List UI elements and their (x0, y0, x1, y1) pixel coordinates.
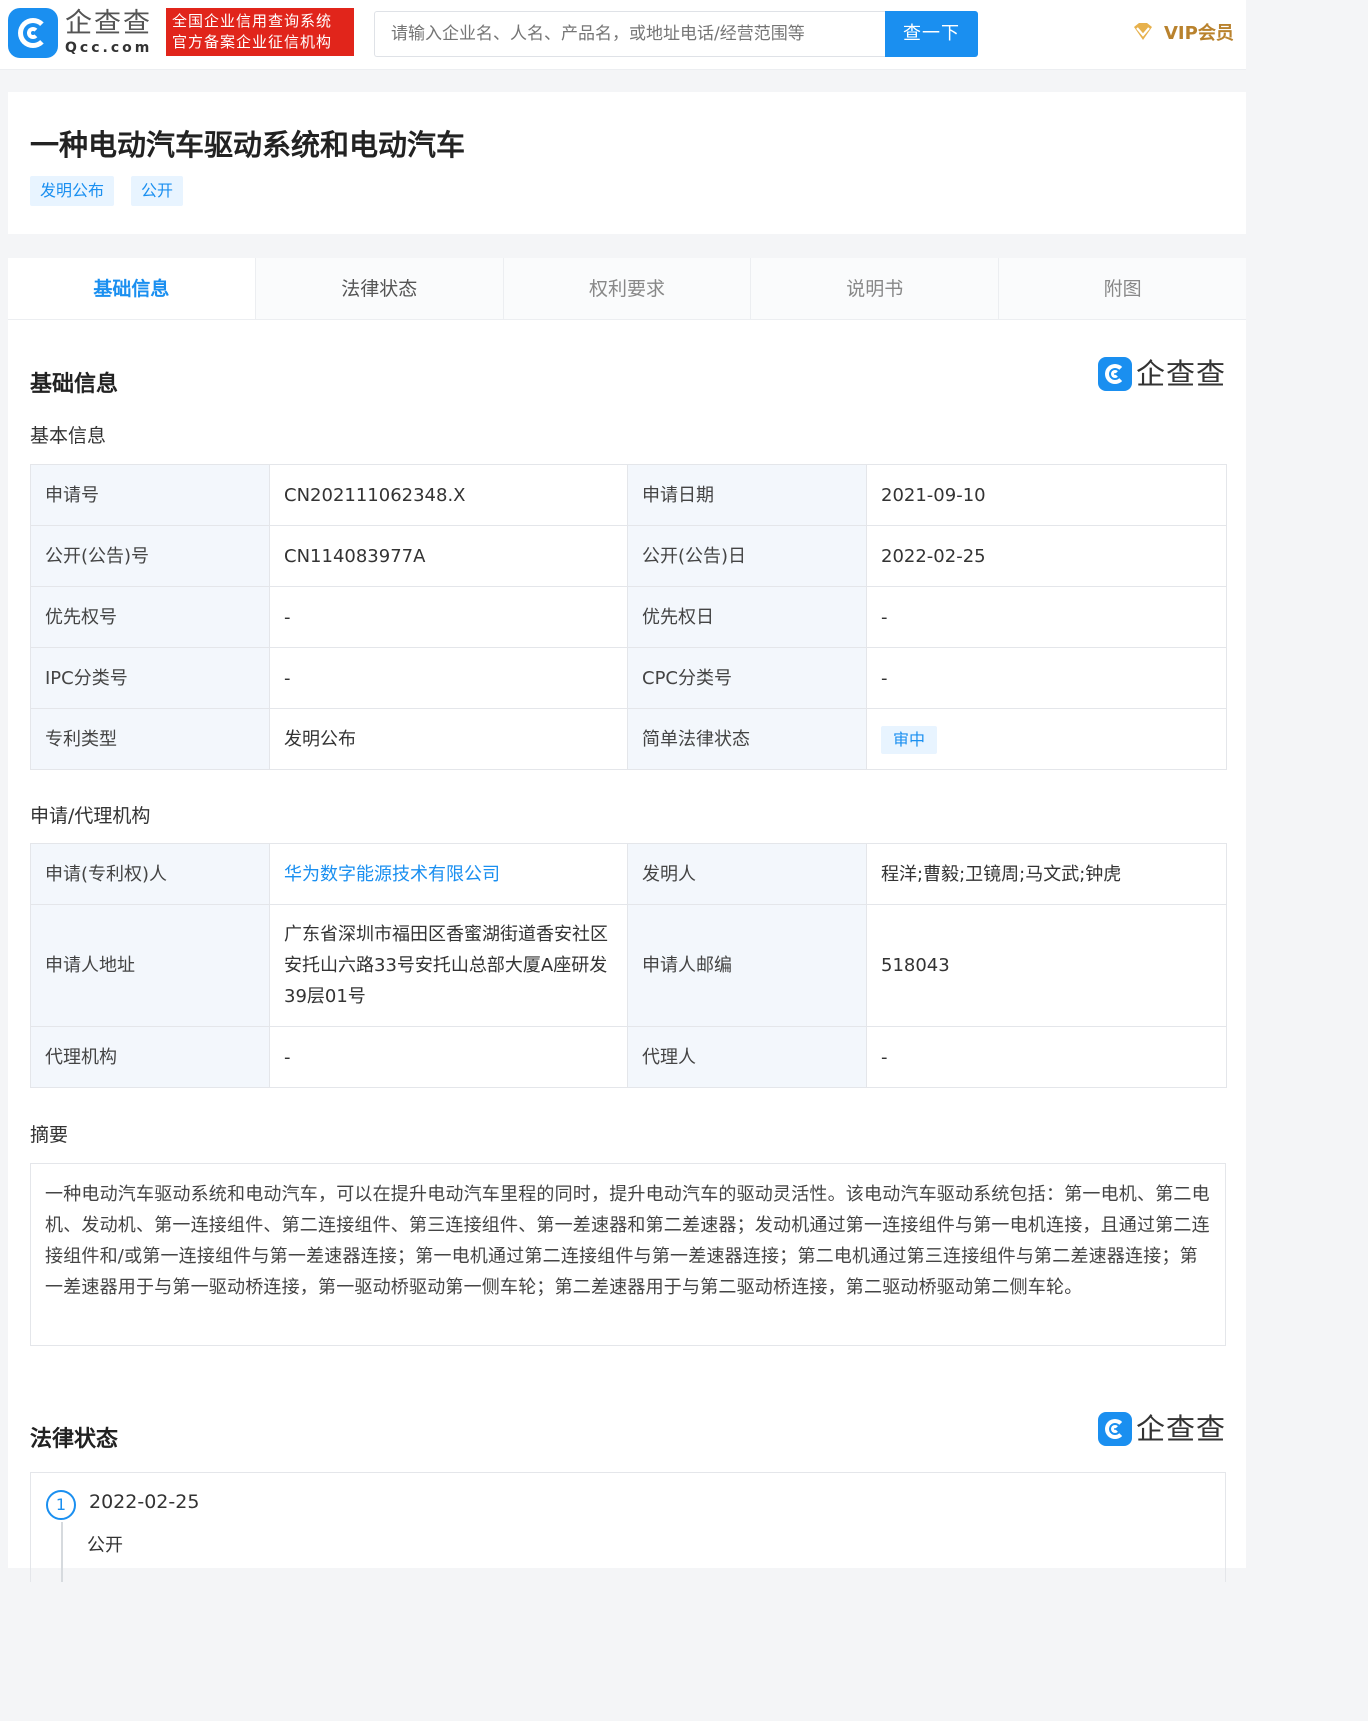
applicant-address: 广东省深圳市福田区香蜜湖街道香安社区安托山六路33号安托山总部大厦A座研发39层… (269, 904, 628, 1027)
field-label: 简单法律状态 (627, 708, 867, 770)
table-row: 专利类型 发明公布 简单法律状态 审中 (30, 708, 1227, 770)
vip-member-link[interactable]: VIP会员 (1130, 19, 1234, 45)
basic-info-heading: 基础信息 (30, 372, 119, 397)
abstract-text: 一种电动汽车驱动系统和电动汽车，可以在提升电动汽车里程的同时，提升电动汽车的驱动… (30, 1163, 1226, 1346)
table-row: 代理机构 - 代理人 - (30, 1026, 1227, 1088)
patent-type-tag: 发明公布 (30, 176, 115, 206)
search-button[interactable]: 查一下 (885, 11, 978, 57)
table-row: 申请(专利权)人 华为数字能源技术有限公司 发明人 程洋;曹毅;卫镜周;马文武;… (30, 843, 1227, 905)
brand-watermark-text: 企查查 (1135, 357, 1226, 391)
abstract-heading: 摘要 (30, 1124, 69, 1146)
logo-cn-text: 企查查 (65, 8, 152, 39)
agency-subheading: 申请/代理机构 (30, 805, 151, 827)
timeline-index-badge: 1 (46, 1490, 76, 1520)
slogan-line-2: 官方备案企业征信机构 (172, 33, 333, 51)
table-row: IPC分类号 - CPC分类号 - (30, 647, 1227, 709)
tab-basic-info[interactable]: 基础信息 (8, 258, 256, 319)
top-bar: 企查查 Qcc.com 全国企业信用查询系统 官方备案企业征信机构 查一下 VI… (0, 0, 1246, 70)
priority-date: - (866, 586, 1227, 648)
status-tag: 公开 (131, 176, 184, 206)
field-label: 申请人邮编 (627, 904, 867, 1027)
tab-bar: 基础信息 法律状态 权利要求 说明书 附图 (8, 258, 1246, 320)
table-row: 公开(公告)号 CN114083977A 公开(公告)日 2022-02-25 (30, 525, 1227, 587)
applicant-postcode: 518043 (866, 904, 1227, 1027)
field-label: 公开(公告)号 (30, 525, 270, 587)
application-number: CN202111062348.X (269, 464, 628, 526)
table-row: 申请号 CN202111062348.X 申请日期 2021-09-10 (30, 464, 1227, 526)
agency-table: 申请(专利权)人 华为数字能源技术有限公司 发明人 程洋;曹毅;卫镜周;马文武;… (30, 843, 1227, 1088)
field-label: 代理机构 (30, 1026, 270, 1088)
patent-type: 发明公布 (269, 708, 628, 770)
logo-en-text: Qcc.com (65, 40, 153, 56)
official-slogan-badge: 全国企业信用查询系统 官方备案企业征信机构 (166, 8, 354, 56)
field-label: 申请号 (30, 464, 270, 526)
qcc-logo-icon (8, 8, 58, 58)
field-label: 优先权日 (627, 586, 867, 648)
timeline-status: 公开 (87, 1535, 123, 1556)
legal-status-badge: 审中 (881, 725, 938, 754)
tab-legal-status[interactable]: 法律状态 (255, 258, 504, 319)
agency-name: - (269, 1026, 628, 1088)
field-label: 专利类型 (30, 708, 270, 770)
legal-status-heading: 法律状态 (30, 1427, 119, 1452)
inventors: 程洋;曹毅;卫镜周;马文武;钟虎 (866, 843, 1227, 905)
basic-info-subheading: 基本信息 (30, 425, 107, 447)
brand-watermark: 企查查 (1097, 357, 1226, 391)
search-input[interactable] (374, 11, 886, 57)
timeline-date: 2022-02-25 (89, 1491, 200, 1513)
main-content: 基础信息 企查查 基本信息 申请号 CN202111062348.X 申请日期 … (8, 320, 1246, 1582)
tab-description[interactable]: 说明书 (751, 258, 1000, 319)
field-label: CPC分类号 (627, 647, 867, 709)
vip-label: VIP会员 (1164, 23, 1234, 44)
vip-diamond-icon (1134, 23, 1152, 40)
cpc-class: - (866, 647, 1227, 709)
publication-number: CN114083977A (269, 525, 628, 587)
field-label: 申请(专利权)人 (30, 843, 270, 905)
table-row: 申请人地址 广东省深圳市福田区香蜜湖街道香安社区安托山六路33号安托山总部大厦A… (30, 904, 1227, 1027)
brand-watermark: 企查查 (1097, 1412, 1226, 1446)
site-logo[interactable]: 企查查 Qcc.com (8, 8, 161, 58)
basic-info-table: 申请号 CN202111062348.X 申请日期 2021-09-10 公开(… (30, 464, 1227, 770)
field-label: 代理人 (627, 1026, 867, 1088)
agent-name: - (866, 1026, 1227, 1088)
timeline-connector (61, 1522, 63, 1582)
field-label: 申请日期 (627, 464, 867, 526)
publication-date: 2022-02-25 (866, 525, 1227, 587)
field-label: 优先权号 (30, 586, 270, 648)
page-title: 一种电动汽车驱动系统和电动汽车 (30, 128, 466, 162)
patent-title-panel: 一种电动汽车驱动系统和电动汽车 发明公布 公开 (8, 92, 1246, 234)
table-row: 优先权号 - 优先权日 - (30, 586, 1227, 648)
priority-number: - (269, 586, 628, 648)
tab-claims[interactable]: 权利要求 (503, 258, 752, 319)
field-label: IPC分类号 (30, 647, 270, 709)
qcc-logo-icon (1097, 357, 1132, 391)
applicant-link[interactable]: 华为数字能源技术有限公司 (284, 864, 500, 885)
slogan-line-1: 全国企业信用查询系统 (172, 12, 333, 30)
field-label: 发明人 (627, 843, 867, 905)
qcc-logo-icon (1097, 1412, 1132, 1446)
field-label: 公开(公告)日 (627, 525, 867, 587)
brand-watermark-text: 企查查 (1135, 1412, 1226, 1446)
legal-status-timeline: 1 2022-02-25 公开 (30, 1472, 1226, 1582)
application-date: 2021-09-10 (866, 464, 1227, 526)
ipc-class: - (269, 647, 628, 709)
tab-drawings[interactable]: 附图 (999, 258, 1246, 319)
field-label: 申请人地址 (30, 904, 270, 1027)
